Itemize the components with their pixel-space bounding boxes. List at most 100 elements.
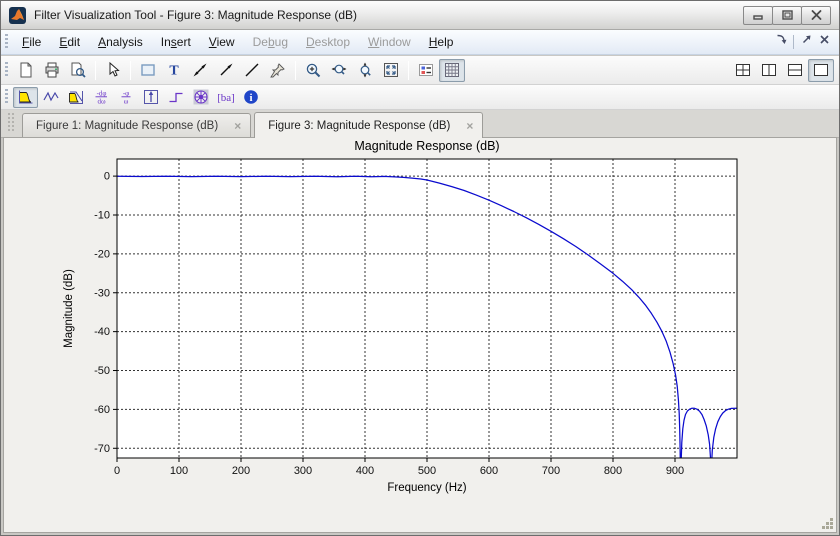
phase-delay-button[interactable]: -φ ω bbox=[113, 87, 138, 108]
tabbar-grip-handle[interactable] bbox=[8, 113, 14, 131]
svg-text:-φ: -φ bbox=[122, 90, 128, 98]
pole-zero-button[interactable] bbox=[188, 87, 213, 108]
toggle-legend-button[interactable] bbox=[413, 59, 439, 82]
x-tick-label: 800 bbox=[604, 465, 622, 477]
dock-curved-arrow-icon bbox=[775, 33, 788, 51]
close-icon bbox=[811, 10, 821, 20]
toolbar-separator bbox=[408, 60, 409, 80]
toggle-grid-button[interactable] bbox=[439, 58, 465, 82]
restore-view-button[interactable] bbox=[378, 59, 404, 82]
undock-arrow-icon bbox=[800, 33, 813, 51]
coefficients-button[interactable]: [ba] bbox=[213, 87, 238, 108]
menu-item-window[interactable]: Window bbox=[359, 31, 420, 53]
menu-item-insert[interactable]: Insert bbox=[152, 31, 200, 53]
dock-figure-button[interactable] bbox=[772, 33, 790, 51]
y-tick-label: -30 bbox=[94, 287, 110, 299]
phase-response-button[interactable] bbox=[38, 87, 63, 108]
layout-vertical-icon bbox=[761, 62, 777, 78]
legend-icon bbox=[418, 62, 434, 78]
pointer-icon bbox=[105, 62, 121, 78]
magnitude-icon bbox=[18, 89, 34, 105]
edit-plot-button[interactable] bbox=[100, 59, 126, 82]
layout-single-icon bbox=[813, 62, 829, 78]
menu-item-desktop[interactable]: Desktop bbox=[297, 31, 359, 53]
magnitude-and-phase-button[interactable] bbox=[63, 87, 88, 108]
y-tick-label: -20 bbox=[94, 248, 110, 260]
insert-text-button[interactable]: T bbox=[161, 59, 187, 82]
menubar-grip-handle[interactable] bbox=[5, 34, 8, 50]
toolbar-separator bbox=[95, 60, 96, 80]
zoom-in-button[interactable] bbox=[300, 59, 326, 82]
figure-tab-bar: Figure 1: Magnitude Response (dB) × Figure… bbox=[1, 110, 839, 138]
phase-icon bbox=[42, 89, 59, 105]
insert-line-button[interactable] bbox=[239, 59, 265, 82]
text-icon: T bbox=[166, 62, 182, 79]
group-delay-button[interactable]: -dφ dω bbox=[88, 87, 113, 108]
step-response-button[interactable] bbox=[163, 87, 188, 108]
tab-figure-3[interactable]: Figure 3: Magnitude Response (dB) × bbox=[254, 112, 484, 138]
svg-text:[ba]: [ba] bbox=[218, 92, 234, 104]
print-preview-button[interactable] bbox=[65, 59, 91, 82]
y-tick-label: -40 bbox=[94, 326, 110, 338]
info-icon: i bbox=[243, 89, 259, 105]
tab-label: Figure 3: Magnitude Response (dB) bbox=[268, 119, 451, 132]
x-tick-label: 900 bbox=[666, 465, 684, 477]
magnitude-response-plot[interactable]: 0 100 200 300 400 500 600 700 800 900 0 -10 -20 -30 -4… bbox=[4, 138, 836, 532]
toolbar-grip-handle[interactable] bbox=[5, 62, 8, 78]
x-tick-label: 300 bbox=[294, 465, 312, 477]
x-tick-label: 500 bbox=[418, 465, 436, 477]
zoom-x-button[interactable] bbox=[326, 59, 352, 82]
double-arrow-icon bbox=[192, 62, 208, 78]
layout-horizontal-icon bbox=[787, 62, 803, 78]
zoom-in-icon bbox=[305, 62, 321, 78]
window-controls bbox=[743, 5, 831, 25]
step-icon bbox=[168, 89, 184, 105]
tab-close-icon[interactable]: × bbox=[466, 120, 473, 132]
insert-double-arrow-button[interactable] bbox=[187, 59, 213, 82]
analysis-toolbar: -dφ dω -φ ω [ba] i bbox=[1, 85, 839, 110]
y-tick-label: 0 bbox=[104, 171, 110, 183]
menu-item-help[interactable]: Help bbox=[420, 31, 463, 53]
figure-toolbar: T bbox=[1, 56, 839, 85]
analysis-toolbar-grip-handle[interactable] bbox=[5, 89, 8, 105]
layout-quad-button[interactable] bbox=[730, 59, 756, 82]
layout-single-button[interactable] bbox=[808, 58, 834, 82]
pole-zero-icon bbox=[193, 89, 209, 105]
maximize-button[interactable] bbox=[772, 5, 802, 25]
tab-close-icon[interactable]: × bbox=[234, 120, 241, 132]
pin-icon bbox=[270, 62, 286, 78]
undock-figure-button[interactable] bbox=[797, 33, 815, 51]
insert-arrow-button[interactable] bbox=[213, 59, 239, 82]
menu-item-edit[interactable]: Edit bbox=[50, 31, 89, 53]
print-preview-icon bbox=[70, 62, 86, 78]
title-bar[interactable]: Filter Visualization Tool - Figure 3: Ma… bbox=[1, 1, 839, 30]
impulse-response-button[interactable] bbox=[138, 87, 163, 108]
x-tick-label: 200 bbox=[232, 465, 250, 477]
resize-grip[interactable] bbox=[822, 518, 834, 530]
menu-item-analysis[interactable]: Analysis bbox=[89, 31, 152, 53]
print-icon bbox=[44, 62, 60, 78]
tab-figure-1[interactable]: Figure 1: Magnitude Response (dB) × bbox=[22, 113, 252, 137]
print-button[interactable] bbox=[39, 59, 65, 82]
minimize-button[interactable] bbox=[743, 5, 773, 25]
svg-text:ω: ω bbox=[123, 98, 128, 106]
menu-item-view[interactable]: View bbox=[200, 31, 244, 53]
arrow-icon bbox=[218, 62, 234, 78]
zoom-y-icon bbox=[357, 62, 373, 78]
zoom-y-button[interactable] bbox=[352, 59, 378, 82]
layout-horizontal-button[interactable] bbox=[782, 59, 808, 82]
group-delay-icon: -dφ dω bbox=[93, 89, 109, 105]
x-tick-label: 700 bbox=[542, 465, 560, 477]
coefficients-icon: [ba] bbox=[218, 89, 234, 105]
pin-to-axes-button[interactable] bbox=[265, 59, 291, 82]
magnitude-response-button[interactable] bbox=[13, 86, 38, 108]
layout-vertical-button[interactable] bbox=[756, 59, 782, 82]
full-view-icon bbox=[383, 62, 399, 78]
new-session-button[interactable] bbox=[13, 59, 39, 82]
menu-item-debug[interactable]: Debug bbox=[244, 31, 297, 53]
filter-info-button[interactable]: i bbox=[238, 87, 263, 108]
menu-item-file[interactable]: File bbox=[13, 31, 50, 53]
insert-rectangle-button[interactable] bbox=[135, 59, 161, 82]
close-figure-button[interactable] bbox=[815, 33, 833, 51]
close-button[interactable] bbox=[801, 5, 831, 25]
